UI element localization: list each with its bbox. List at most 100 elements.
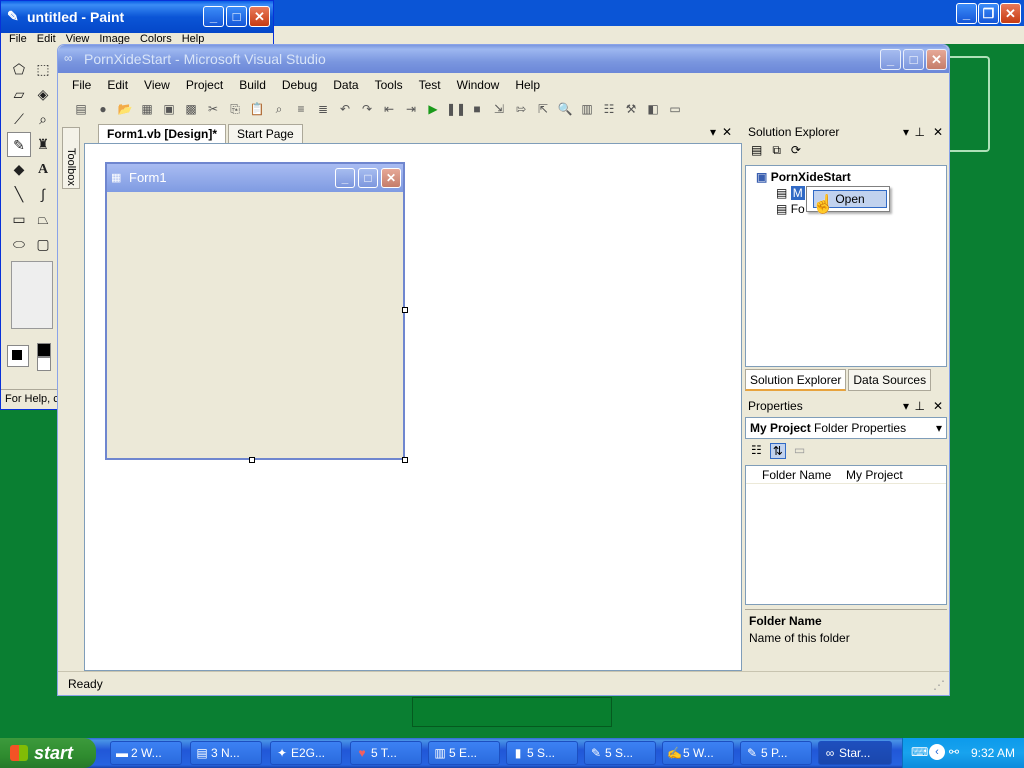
refresh-icon[interactable]: ⟳ <box>791 143 801 158</box>
color-swatch-white[interactable] <box>37 357 51 371</box>
command-window-icon[interactable]: ▭ <box>666 100 684 118</box>
task-e2g[interactable]: ✦ E2G... <box>270 741 342 765</box>
panel-close-icon[interactable]: ✕ <box>933 125 943 139</box>
copy-icon[interactable]: ⎘ <box>226 100 244 118</box>
resize-handle-right[interactable] <box>402 307 408 313</box>
close-document-icon[interactable]: ✕ <box>722 125 732 139</box>
task-group-s1[interactable]: ▮ 5 S... <box>506 741 578 765</box>
menu-test[interactable]: Test <box>411 78 449 92</box>
save-all-icon[interactable]: ▩ <box>182 100 200 118</box>
alphabetical-icon[interactable]: ⇅ <box>769 443 786 459</box>
eraser-icon[interactable]: ▱ <box>7 82 31 107</box>
object-selector[interactable]: My Project Folder Properties ▾ <box>745 417 947 439</box>
menu-debug[interactable]: Debug <box>274 78 325 92</box>
restore-button[interactable]: ❐ <box>978 3 999 24</box>
step-out-icon[interactable]: ⇱ <box>534 100 552 118</box>
magnifier-icon[interactable]: ⌕ <box>31 107 55 132</box>
find-icon[interactable]: ⌕ <box>270 100 288 118</box>
rect-select-icon[interactable]: ⬚ <box>31 57 55 82</box>
pin-icon[interactable]: ⊥ <box>915 399 925 413</box>
tab-start-page[interactable]: Start Page <box>228 124 303 143</box>
polygon-icon[interactable]: ⏢ <box>31 207 55 232</box>
panel-dropdown-icon[interactable]: ▾ <box>903 399 909 413</box>
undo-icon[interactable]: ↶ <box>336 100 354 118</box>
start-debug-icon[interactable]: ▶ <box>424 100 442 118</box>
toolbox-icon[interactable]: ⚒ <box>622 100 640 118</box>
curve-icon[interactable]: ∫ <box>31 182 55 207</box>
task-group-t[interactable]: ♥ 5 T... <box>350 741 422 765</box>
save-icon[interactable]: ▣ <box>160 100 178 118</box>
paint-maximize-button[interactable]: □ <box>226 6 247 27</box>
paint-menu-file[interactable]: File <box>9 33 27 49</box>
tab-dropdown-icon[interactable]: ▾ <box>710 125 716 139</box>
resize-handle-corner[interactable] <box>402 457 408 463</box>
line-icon[interactable]: ╲ <box>7 182 31 207</box>
ellipse-icon[interactable]: ⬭ <box>7 232 31 257</box>
navigate-backward-icon[interactable]: ⇤ <box>380 100 398 118</box>
properties-icon[interactable]: ▤ <box>751 143 762 158</box>
comment-icon[interactable]: ≡ <box>292 100 310 118</box>
pin-icon[interactable]: ⊥ <box>915 125 925 139</box>
panel-close-icon[interactable]: ✕ <box>933 399 943 413</box>
solution-explorer-icon[interactable]: ▥ <box>578 100 596 118</box>
rectangle-icon[interactable]: ▭ <box>7 207 31 232</box>
color-picker-icon[interactable]: ⟋ <box>7 107 31 132</box>
task-group-p[interactable]: ✎ 5 P... <box>740 741 812 765</box>
properties-window-icon[interactable]: ☷ <box>600 100 618 118</box>
tab-data-sources[interactable]: Data Sources <box>848 369 932 391</box>
task-group-s2[interactable]: ✎ 5 S... <box>584 741 656 765</box>
paint-minimize-button[interactable]: _ <box>203 6 224 27</box>
panel-dropdown-icon[interactable]: ▾ <box>903 125 909 139</box>
minimize-button[interactable]: _ <box>956 3 977 24</box>
paint-close-button[interactable]: ✕ <box>249 6 270 27</box>
property-row[interactable]: Folder Name My Project <box>746 466 946 484</box>
find-in-files-icon[interactable]: 🔍 <box>556 100 574 118</box>
network-icon[interactable]: ⚯ <box>949 745 959 759</box>
show-hidden-icons-button[interactable]: ‹ <box>929 744 945 760</box>
form1-designer[interactable]: ▦ Form1 _ □ ✕ <box>105 162 405 460</box>
step-into-icon[interactable]: ⇲ <box>490 100 508 118</box>
resize-grip-icon[interactable]: ⋰ <box>933 678 945 692</box>
task-visual-studio[interactable]: ∞ Star... <box>818 741 892 765</box>
resize-handle-bottom[interactable] <box>249 457 255 463</box>
menu-edit[interactable]: Edit <box>99 78 136 92</box>
menu-window[interactable]: Window <box>449 78 508 92</box>
navigate-forward-icon[interactable]: ⇥ <box>402 100 420 118</box>
tree-item-my-project[interactable]: ▤ M <box>776 186 805 200</box>
color-swatch-black[interactable] <box>37 343 51 357</box>
uncomment-icon[interactable]: ≣ <box>314 100 332 118</box>
paint-tool-options[interactable] <box>11 261 53 329</box>
menu-help[interactable]: Help <box>507 78 548 92</box>
fill-icon[interactable]: ◈ <box>31 82 55 107</box>
airbrush-icon[interactable]: ◆ <box>7 157 31 182</box>
pencil-icon[interactable]: ✎ <box>7 132 31 157</box>
clock[interactable]: 9:32 AM <box>971 746 1015 760</box>
vs-close-button[interactable]: ✕ <box>926 49 947 70</box>
toolbox-tab[interactable]: Toolbox <box>62 127 80 189</box>
tree-item-form1[interactable]: ▤ Fo <box>776 202 805 216</box>
close-button[interactable]: ✕ <box>1000 3 1021 24</box>
cut-icon[interactable]: ✂ <box>204 100 222 118</box>
text-icon[interactable]: A <box>31 157 55 182</box>
property-pages-icon[interactable]: ▭ <box>794 443 805 459</box>
menu-tools[interactable]: Tools <box>367 78 411 92</box>
keyboard-icon[interactable]: ⌨ <box>911 745 928 759</box>
vs-maximize-button[interactable]: □ <box>903 49 924 70</box>
add-new-item-icon[interactable]: ▦ <box>138 100 156 118</box>
step-over-icon[interactable]: ⇰ <box>512 100 530 118</box>
rounded-rect-icon[interactable]: ▢ <box>31 232 55 257</box>
designer-surface[interactable]: ▦ Form1 _ □ ✕ <box>84 143 742 671</box>
brush-icon[interactable]: ♜ <box>31 132 55 157</box>
task-group-e[interactable]: ▥ 5 E... <box>428 741 500 765</box>
project-node[interactable]: ▣ PornXideStart <box>756 170 851 184</box>
tab-solution-explorer[interactable]: Solution Explorer <box>745 369 847 391</box>
categorized-icon[interactable]: ☷ <box>751 443 762 459</box>
free-select-icon[interactable]: ⬠ <box>7 57 31 82</box>
task-notepad[interactable]: ▤ 3 N... <box>190 741 262 765</box>
paint-title-bar[interactable]: ✎ untitled - Paint _ □ ✕ <box>1 1 273 33</box>
tab-form1-design[interactable]: Form1.vb [Design]* <box>98 124 227 143</box>
redo-icon[interactable]: ↷ <box>358 100 376 118</box>
paint-menu-edit[interactable]: Edit <box>37 33 56 49</box>
add-item-icon[interactable]: ● <box>94 100 112 118</box>
menu-data[interactable]: Data <box>325 78 366 92</box>
